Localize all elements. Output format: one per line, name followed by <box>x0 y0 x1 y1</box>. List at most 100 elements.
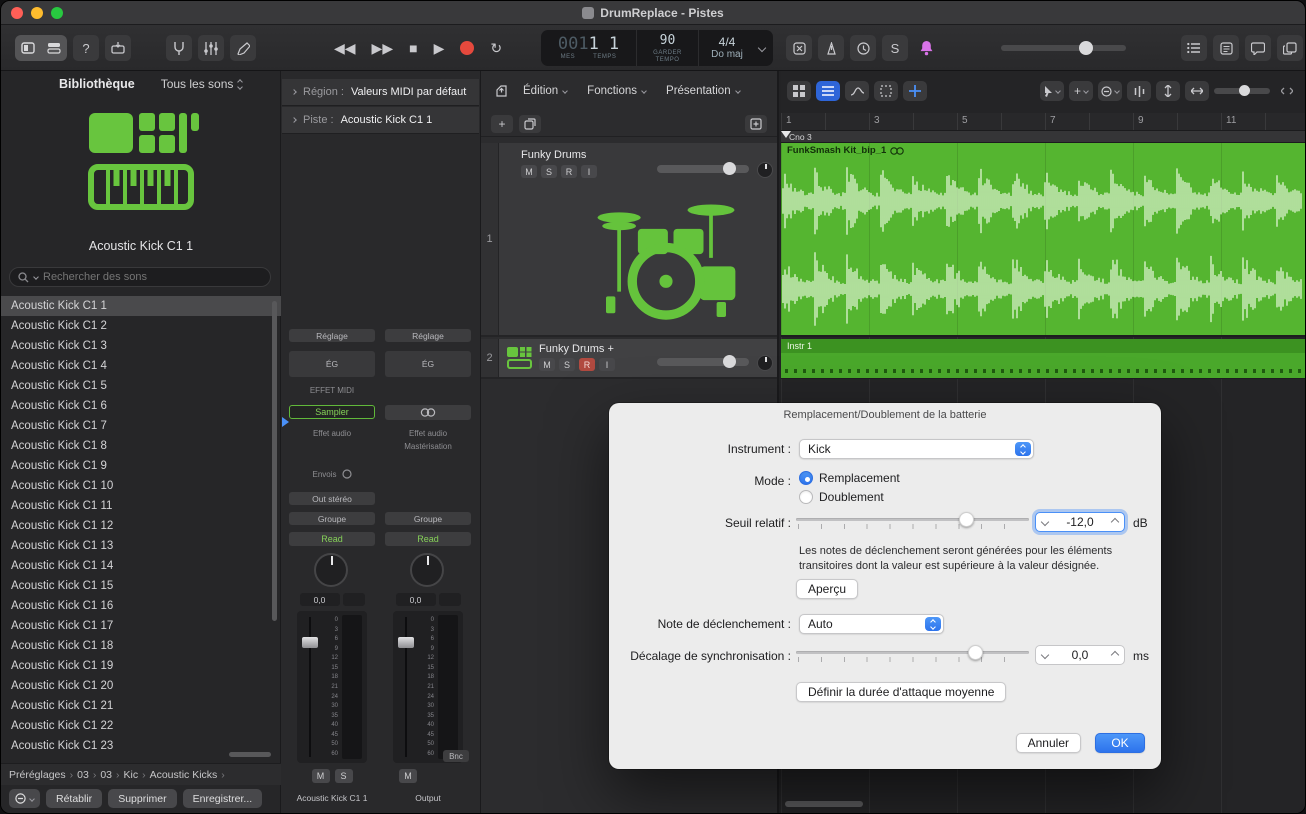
marker-strip[interactable]: Cno 3 <box>781 131 1305 143</box>
rewind-button[interactable]: ◀◀ <box>334 40 356 57</box>
library-item[interactable]: Acoustic Kick C1 19 <box>1 656 281 676</box>
output-slot[interactable]: Out stéréo <box>289 492 375 505</box>
quick-help-button[interactable]: ? <box>73 35 99 61</box>
zoom-window-button[interactable] <box>51 7 63 19</box>
audio-region-funksmash[interactable]: FunkSmash Kit_bip_1 <box>781 143 1305 337</box>
tuner-button[interactable] <box>166 35 192 61</box>
library-item[interactable]: Acoustic Kick C1 4 <box>1 356 281 376</box>
save-button[interactable]: Enregistrer... <box>182 789 263 808</box>
library-item[interactable]: Acoustic Kick C1 9 <box>1 456 281 476</box>
track-pan-knob[interactable] <box>757 162 773 178</box>
record-enable-button[interactable]: R <box>561 165 577 178</box>
breadcrumb-item[interactable]: 03 <box>100 769 112 781</box>
toggle-inspector-button[interactable] <box>41 35 67 61</box>
stepper-up-icon[interactable] <box>1110 650 1120 660</box>
notifications-bell-icon[interactable] <box>913 35 939 61</box>
mastering-slot[interactable]: Mastérisation <box>385 442 471 451</box>
revert-button[interactable]: Rétablir <box>46 789 103 808</box>
mode-radio-remplacement[interactable]: Remplacement <box>799 471 900 485</box>
instrument-popup[interactable]: Kick <box>799 439 1034 459</box>
offset-stepper[interactable]: 0,0 <box>1035 645 1125 665</box>
catch-playhead-button[interactable] <box>491 81 511 101</box>
automation-mode-button[interactable]: Read <box>385 532 471 546</box>
library-item[interactable]: Acoustic Kick C1 5 <box>1 376 281 396</box>
sends-slot[interactable]: Envois <box>289 469 375 479</box>
solo-button[interactable]: S <box>559 358 575 371</box>
library-filter-select[interactable]: Tous les sons <box>161 77 244 91</box>
breadcrumb-item[interactable]: Préréglages <box>9 769 66 781</box>
ok-button[interactable]: OK <box>1095 733 1145 753</box>
lcd-display[interactable]: 0011 1 MES TEMPS 90 GARDER TEMPO 4/4 Do ma… <box>541 30 773 66</box>
region-inspector-header[interactable]: Région : Valeurs MIDI par défaut <box>282 79 479 106</box>
strip-eq-slot[interactable]: ÉG <box>385 351 471 377</box>
library-item[interactable]: Acoustic Kick C1 20 <box>1 676 281 696</box>
library-item[interactable]: Acoustic Kick C1 16 <box>1 596 281 616</box>
library-item[interactable]: Acoustic Kick C1 12 <box>1 516 281 536</box>
track-zoom-button[interactable] <box>745 114 767 133</box>
gain-value-box[interactable] <box>438 593 461 606</box>
vertical-zoom-button[interactable] <box>1156 81 1180 101</box>
menu-presentation[interactable]: Présentation <box>658 81 748 101</box>
resize-arrows-icon[interactable] <box>1275 81 1299 101</box>
track-pan-knob[interactable] <box>757 355 773 371</box>
pencil-tool-button[interactable] <box>230 35 256 61</box>
library-item[interactable]: Acoustic Kick C1 7 <box>1 416 281 436</box>
group-slot[interactable]: Groupe <box>385 512 471 525</box>
share-button[interactable] <box>1277 35 1303 61</box>
forward-button[interactable]: ▶▶ <box>372 40 394 57</box>
pan-value[interactable]: 0,0 <box>299 593 340 606</box>
zoom-slider[interactable] <box>1214 85 1270 96</box>
library-action-menu-button[interactable] <box>9 789 40 808</box>
count-in-button[interactable] <box>818 35 844 61</box>
metronome-click-button[interactable] <box>850 35 876 61</box>
search-input[interactable] <box>43 271 243 283</box>
input-monitor-button[interactable]: I <box>599 358 615 371</box>
pan-knob[interactable] <box>314 553 348 587</box>
track-row-funky-drums-plus[interactable]: 2 Funky Drums + M S R I <box>481 339 777 379</box>
library-item[interactable]: Acoustic Kick C1 17 <box>1 616 281 636</box>
bounce-button[interactable]: Bnc <box>443 750 469 762</box>
command-click-tool-menu[interactable]: + <box>1069 81 1093 101</box>
track-name[interactable]: Funky Drums <box>521 149 586 161</box>
library-item[interactable]: Acoustic Kick C1 21 <box>1 696 281 716</box>
master-volume-slider[interactable] <box>1001 41 1126 55</box>
solo-button[interactable]: S <box>541 165 557 178</box>
add-track-button[interactable]: + <box>491 114 513 133</box>
instrument-slot-sampler[interactable]: Sampler <box>289 405 375 419</box>
horizontal-zoom-button[interactable] <box>1185 81 1209 101</box>
library-horizontal-scrollbar[interactable] <box>229 752 271 757</box>
breadcrumb-item[interactable]: Kic <box>124 769 139 781</box>
fader-cap[interactable] <box>302 637 318 648</box>
channel-strip-disclosure-triangle[interactable] <box>282 417 289 427</box>
midi-region-instr1[interactable]: Instr 1 <box>781 339 1305 379</box>
offset-slider[interactable] <box>796 645 1029 664</box>
library-item[interactable]: Acoustic Kick C1 15 <box>1 576 281 596</box>
automation-button[interactable] <box>845 81 869 101</box>
record-enable-button[interactable]: R <box>579 358 595 371</box>
strip-setting-button[interactable]: Réglage <box>289 329 375 342</box>
library-item[interactable]: Acoustic Kick C1 6 <box>1 396 281 416</box>
chat-bubble-icon[interactable] <box>1245 35 1271 61</box>
library-item[interactable]: Acoustic Kick C1 3 <box>1 336 281 356</box>
preview-button[interactable]: Aperçu <box>796 579 859 599</box>
gain-value-box[interactable] <box>342 593 365 606</box>
library-item[interactable]: Acoustic Kick C1 1 <box>1 296 281 316</box>
pan-value[interactable]: 0,0 <box>395 593 436 606</box>
grid-view-button[interactable] <box>787 81 811 101</box>
track-lanes-view-button[interactable] <box>816 81 840 101</box>
library-search-field[interactable] <box>9 267 271 287</box>
mute-button[interactable]: M <box>539 358 555 371</box>
solo-button[interactable]: S <box>334 769 353 783</box>
cycle-button[interactable]: ↻ <box>490 40 502 57</box>
volume-fader[interactable]: 0 3 6 9 12 15 18 21 24 30 35 40 45 50 60 <box>393 611 463 763</box>
play-button[interactable]: ▶ <box>434 40 445 57</box>
left-click-tool-menu[interactable] <box>1040 81 1064 101</box>
library-vertical-scrollbar[interactable] <box>272 301 277 621</box>
input-monitor-button[interactable]: I <box>581 165 597 178</box>
mute-button[interactable]: M <box>399 769 417 783</box>
close-window-button[interactable] <box>11 7 23 19</box>
strip-eq-slot[interactable]: ÉG <box>289 351 375 377</box>
track-row-funky-drums[interactable]: 1 Funky Drums M S R I <box>481 143 777 337</box>
track-volume-slider[interactable] <box>657 355 749 368</box>
fader-cap[interactable] <box>398 637 414 648</box>
